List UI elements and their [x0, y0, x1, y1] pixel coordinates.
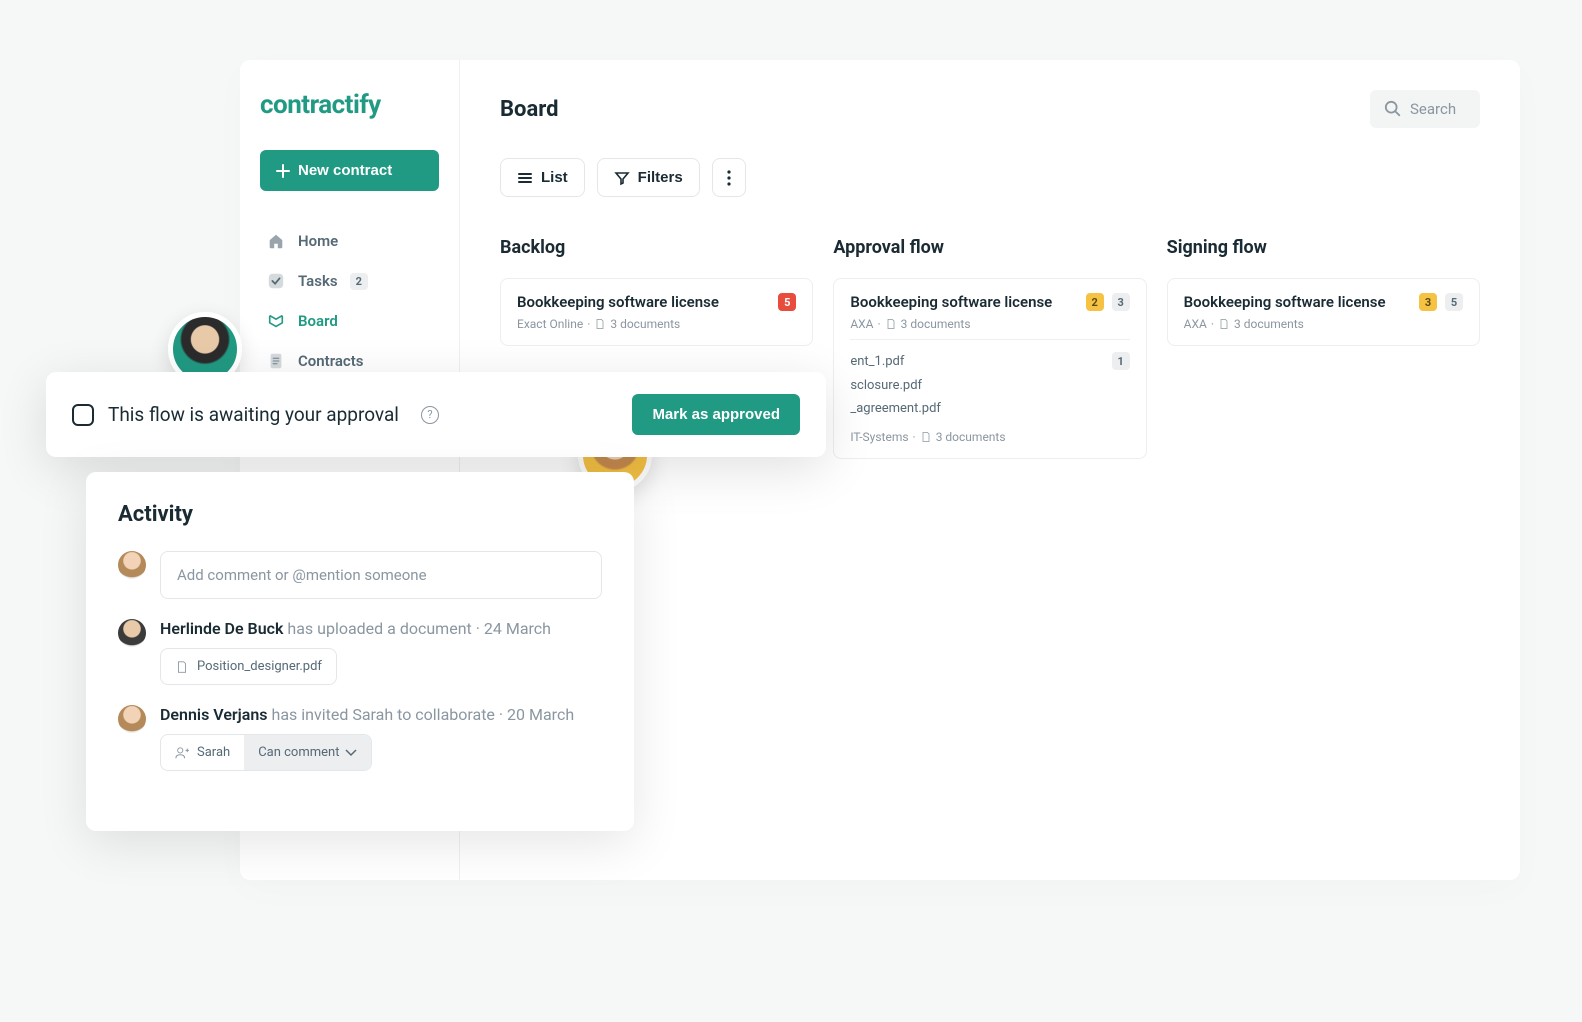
sidebar-item-label: Tasks: [298, 272, 338, 290]
filters-button[interactable]: Filters: [597, 158, 700, 197]
sidebar-item-label: Home: [298, 232, 338, 250]
search-placeholder: Search: [1410, 100, 1456, 118]
grey-badge: 3: [1112, 293, 1130, 311]
sidebar-item-label: Board: [298, 312, 338, 330]
orange-badge: 2: [1086, 293, 1104, 311]
kebab-icon: [727, 170, 731, 186]
orange-badge: 3: [1419, 293, 1437, 311]
board-card[interactable]: Bookkeeping software license 5 Exact Onl…: [500, 278, 813, 346]
grey-badge: 5: [1445, 293, 1463, 311]
comment-input[interactable]: Add comment or @mention someone: [160, 551, 602, 599]
avatar: [118, 705, 146, 733]
new-contract-button[interactable]: New contract: [260, 150, 439, 191]
avatar: [118, 619, 146, 647]
collaborator-name: Sarah: [161, 735, 244, 770]
mark-approved-button[interactable]: Mark as approved: [632, 394, 800, 435]
file-row[interactable]: sclosure.pdf: [850, 374, 1129, 397]
card-title: Bookkeeping software license: [517, 293, 719, 311]
column-signing: Signing flow Bookkeeping software licens…: [1167, 237, 1480, 473]
board-icon: [266, 311, 286, 331]
sidebar-item-tasks[interactable]: Tasks 2: [260, 261, 439, 301]
card-footer-meta: IT-Systems · 3 documents: [850, 430, 1129, 444]
chevron-down-icon: [345, 749, 357, 757]
card-meta: AXA · 3 documents: [850, 317, 1129, 331]
home-icon: [266, 231, 286, 251]
file-icon: [920, 431, 932, 443]
page-title: Board: [500, 97, 558, 122]
activity-title: Activity: [118, 502, 602, 527]
board-card[interactable]: Bookkeeping software license 2 3 AXA · 3…: [833, 278, 1146, 459]
file-icon: [1218, 318, 1230, 330]
red-badge: 5: [778, 293, 796, 311]
new-contract-label: New contract: [298, 162, 392, 179]
file-list: ent_1.pdf 1 sclosure.pdf _agreement.pdf: [850, 339, 1129, 424]
collaborator-box: Sarah Can comment: [160, 734, 372, 771]
card-title: Bookkeeping software license: [850, 293, 1052, 311]
approval-checkbox[interactable]: [72, 404, 94, 426]
main-header: Board Search: [500, 90, 1480, 128]
activity-comment-row: Add comment or @mention someone: [118, 551, 602, 599]
approval-message: This flow is awaiting your approval: [108, 403, 399, 426]
approval-banner: This flow is awaiting your approval ? Ma…: [46, 372, 826, 457]
column-title: Backlog: [500, 237, 813, 258]
filter-icon: [614, 170, 630, 186]
document-chip[interactable]: Position_designer.pdf: [160, 648, 337, 685]
file-icon: [594, 318, 606, 330]
more-options-button[interactable]: [712, 158, 746, 197]
sidebar-item-home[interactable]: Home: [260, 221, 439, 261]
column-title: Signing flow: [1167, 237, 1480, 258]
list-label: List: [541, 169, 568, 186]
activity-item: Dennis Verjans has invited Sarah to coll…: [118, 705, 602, 771]
brand-logo: contractify: [260, 90, 439, 120]
card-meta: Exact Online · 3 documents: [517, 317, 796, 331]
card-meta: AXA · 3 documents: [1184, 317, 1463, 331]
sidebar-item-label: Contracts: [298, 352, 364, 370]
activity-line: Dennis Verjans has invited Sarah to coll…: [160, 705, 602, 724]
file-icon: [885, 318, 897, 330]
help-icon[interactable]: ?: [421, 406, 439, 424]
document-icon: [266, 351, 286, 371]
column-approval: Approval flow Bookkeeping software licen…: [833, 237, 1146, 473]
filters-label: Filters: [638, 169, 683, 186]
person-plus-icon: [175, 746, 189, 760]
file-row[interactable]: ent_1.pdf 1: [850, 348, 1129, 374]
permission-dropdown[interactable]: Can comment: [244, 735, 371, 770]
toolbar: List Filters: [500, 158, 1480, 197]
tasks-count-badge: 2: [350, 273, 368, 290]
activity-panel: Activity Add comment or @mention someone…: [86, 472, 634, 831]
card-title: Bookkeeping software license: [1184, 293, 1386, 311]
search-icon: [1384, 100, 1402, 118]
list-icon: [517, 170, 533, 186]
column-title: Approval flow: [833, 237, 1146, 258]
activity-line: Herlinde De Buck has uploaded a document…: [160, 619, 602, 638]
avatar: [118, 551, 146, 579]
list-view-button[interactable]: List: [500, 158, 585, 197]
search-input[interactable]: Search: [1370, 90, 1480, 128]
plus-icon: [276, 164, 290, 178]
check-icon: [266, 271, 286, 291]
board-card[interactable]: Bookkeeping software license 3 5 AXA · 3…: [1167, 278, 1480, 346]
sidebar-item-board[interactable]: Board: [260, 301, 439, 341]
activity-item: Herlinde De Buck has uploaded a document…: [118, 619, 602, 685]
file-icon: [175, 660, 189, 674]
file-row[interactable]: _agreement.pdf: [850, 397, 1129, 420]
file-count-badge: 1: [1112, 352, 1130, 370]
